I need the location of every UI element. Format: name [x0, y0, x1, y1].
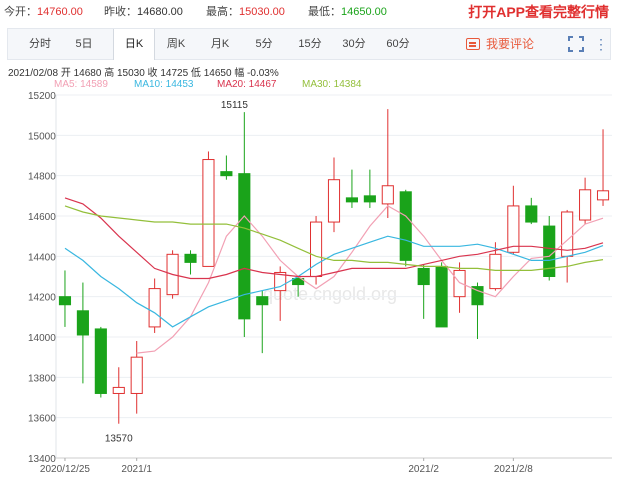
candle-body	[381, 185, 394, 205]
y-tick-label: 14800	[28, 172, 56, 183]
candle-body	[202, 159, 215, 267]
candle-body	[310, 221, 323, 278]
x-tick-label: 2021/2/8	[494, 464, 533, 475]
candle-body	[453, 269, 466, 298]
candle-body	[435, 265, 448, 328]
y-tick-label: 13800	[28, 373, 56, 384]
y-tick-label: 13600	[28, 414, 56, 425]
ma-line-ma10	[64, 235, 604, 328]
y-tick-label: 14600	[28, 212, 56, 223]
x-tick-label: 2020/12/25	[40, 464, 90, 475]
y-tick-label: 14200	[28, 293, 56, 304]
y-tick-label: 14400	[28, 252, 56, 263]
candle-body	[525, 205, 538, 223]
candle-body	[112, 386, 125, 394]
x-tick-label: 2021/1	[121, 464, 152, 475]
y-tick-label: 15200	[28, 91, 56, 102]
price-annotation: 13570	[105, 434, 133, 445]
candle-body	[238, 173, 251, 320]
candle-body	[76, 310, 89, 336]
y-tick-label: 15000	[28, 131, 56, 142]
x-tick-label: 2021/2	[408, 464, 439, 475]
y-tick-label: 14000	[28, 333, 56, 344]
candle-body	[148, 288, 161, 328]
candle-body	[58, 296, 72, 306]
price-annotation: 15115	[221, 100, 249, 111]
candle-body	[94, 328, 107, 394]
candle-body	[363, 195, 376, 203]
kline-chart[interactable]: quote.cngold.org152001500014800146001440…	[0, 0, 617, 478]
candle-body	[327, 179, 341, 223]
candle-body	[417, 267, 430, 286]
candle-body	[184, 253, 197, 263]
candle-body	[130, 356, 143, 394]
candle-body	[399, 191, 412, 261]
candle-body	[507, 205, 520, 253]
candle-body	[596, 190, 610, 201]
candle-body	[220, 171, 233, 177]
candle-body	[489, 253, 502, 290]
candle-body	[345, 197, 358, 203]
candle-body	[256, 296, 269, 306]
candle-body	[579, 189, 592, 221]
